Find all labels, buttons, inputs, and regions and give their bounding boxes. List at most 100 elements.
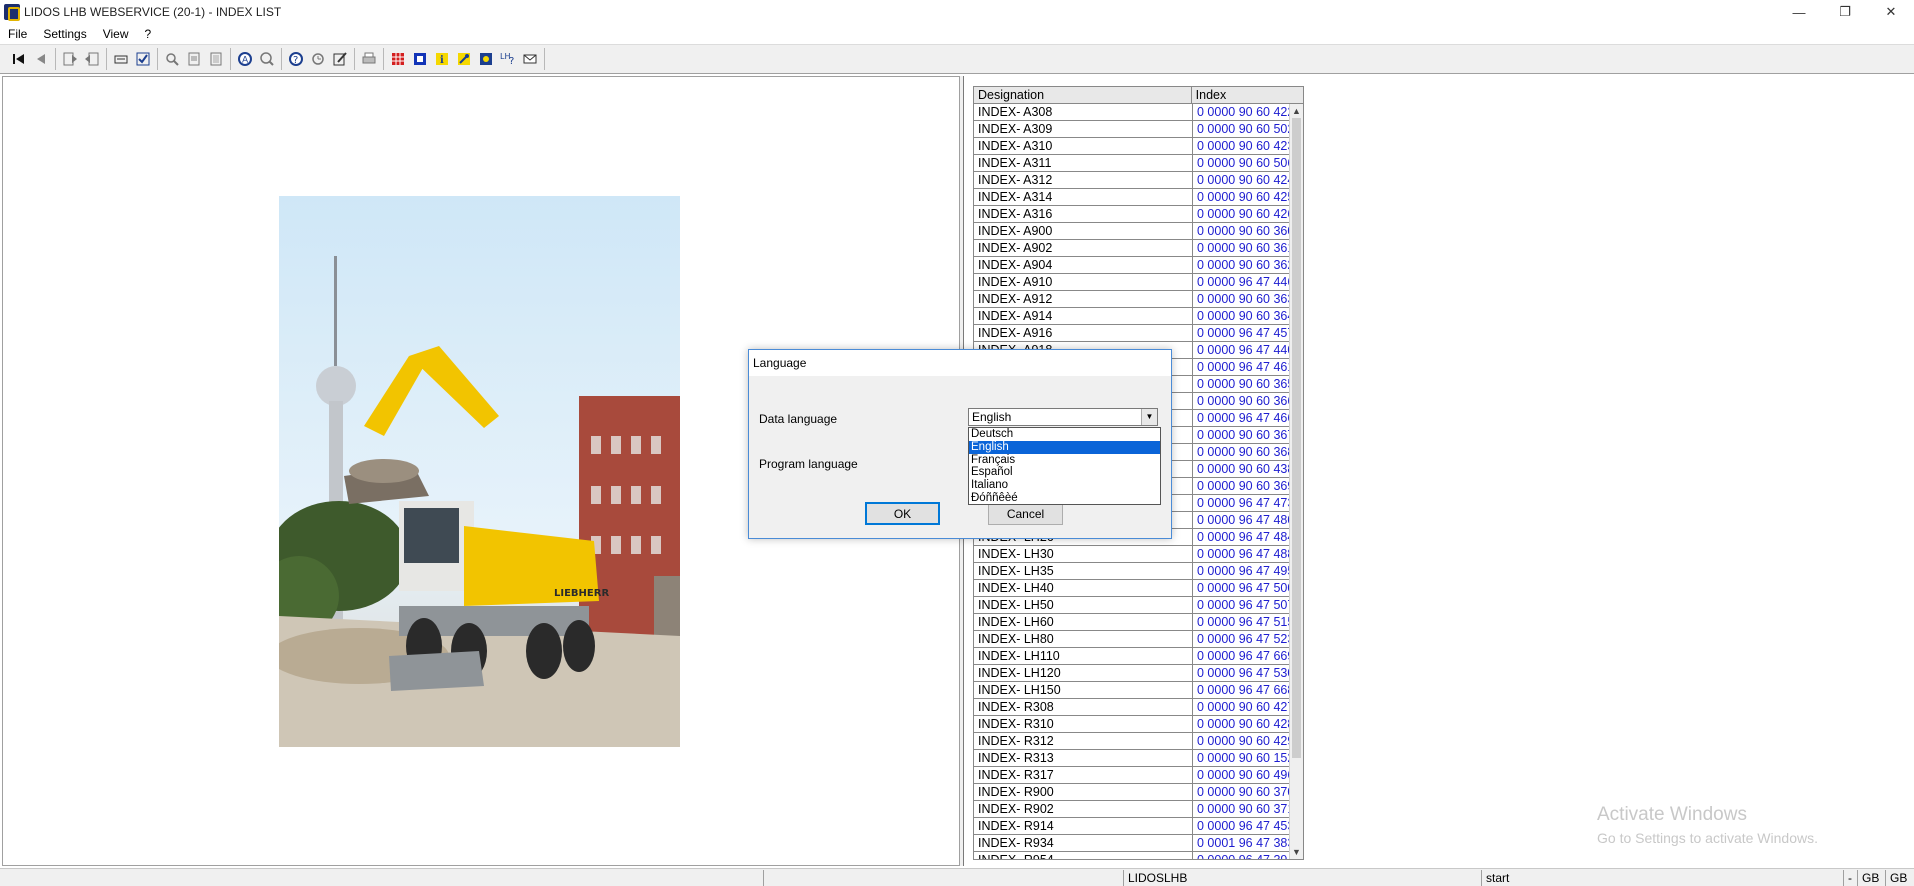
scroll-down-icon[interactable]: ▼ bbox=[1290, 845, 1303, 859]
table-row[interactable]: INDEX- A308 0 0000 90 60 422 bbox=[974, 104, 1303, 121]
index-link[interactable]: 0 0000 96 47 484 bbox=[1193, 529, 1303, 545]
table-row[interactable]: INDEX- A314 0 0000 90 60 425 bbox=[974, 189, 1303, 206]
data-language-select[interactable]: English ▼ bbox=[968, 408, 1158, 426]
table-row[interactable]: INDEX- A311 0 0000 90 60 506 bbox=[974, 155, 1303, 172]
index-link[interactable]: 0 0000 90 60 363 bbox=[1193, 291, 1303, 307]
designation-cell[interactable]: INDEX- LH50 bbox=[974, 597, 1193, 613]
index-link[interactable]: 0 0000 90 60 367 bbox=[1193, 427, 1303, 443]
designation-cell[interactable]: INDEX- A900 bbox=[974, 223, 1193, 239]
designation-cell[interactable]: INDEX- R914 bbox=[974, 818, 1193, 834]
option-russian[interactable]: Ðóññêèé bbox=[969, 492, 1160, 505]
select-icon[interactable] bbox=[409, 48, 431, 70]
index-link[interactable]: 0 0000 90 60 371 bbox=[1193, 801, 1303, 817]
index-link[interactable]: 0 0000 90 60 361 bbox=[1193, 240, 1303, 256]
table-row[interactable]: INDEX- A904 0 0000 90 60 362 bbox=[974, 257, 1303, 274]
option-italiano[interactable]: Italiano bbox=[969, 479, 1160, 492]
menu-settings[interactable]: Settings bbox=[35, 27, 94, 41]
index-link[interactable]: 0 0000 96 47 446 bbox=[1193, 274, 1303, 290]
designation-cell[interactable]: INDEX- A316 bbox=[974, 206, 1193, 222]
option-deutsch[interactable]: Deutsch bbox=[969, 428, 1160, 441]
designation-cell[interactable]: INDEX- R310 bbox=[974, 716, 1193, 732]
index-link[interactable]: 0 0000 90 60 152 bbox=[1193, 750, 1303, 766]
designation-cell[interactable]: INDEX- LH120 bbox=[974, 665, 1193, 681]
index-link[interactable]: 0 0000 90 60 427 bbox=[1193, 699, 1303, 715]
table-row[interactable]: INDEX- R900 0 0000 90 60 370 bbox=[974, 784, 1303, 801]
mail-icon[interactable] bbox=[519, 48, 541, 70]
table-row[interactable]: INDEX- A309 0 0000 90 60 502 bbox=[974, 121, 1303, 138]
table-row[interactable]: INDEX- R317 0 0000 90 60 496 bbox=[974, 767, 1303, 784]
print-setup-icon[interactable] bbox=[110, 48, 132, 70]
grid-icon[interactable] bbox=[387, 48, 409, 70]
table-row[interactable]: INDEX- A316 0 0000 90 60 426 bbox=[974, 206, 1303, 223]
index-link[interactable]: 0 0000 96 47 457 bbox=[1193, 325, 1303, 341]
index-link[interactable]: 0 0000 96 47 440 bbox=[1193, 342, 1303, 358]
designation-cell[interactable]: INDEX- A310 bbox=[974, 138, 1193, 154]
designation-cell[interactable]: INDEX- R900 bbox=[974, 784, 1193, 800]
table-row[interactable]: INDEX- LH40 0 0000 96 47 500 bbox=[974, 580, 1303, 597]
restore-button[interactable]: ❐ bbox=[1822, 0, 1868, 24]
index-link[interactable]: 0 0000 96 47 453 bbox=[1193, 818, 1303, 834]
index-link[interactable]: 0 0000 90 60 422 bbox=[1193, 104, 1303, 120]
index-link[interactable]: 0 0000 90 60 506 bbox=[1193, 155, 1303, 171]
menu-help[interactable]: ? bbox=[137, 27, 160, 41]
table-row[interactable]: INDEX- R902 0 0000 90 60 371 bbox=[974, 801, 1303, 818]
zoom-icon[interactable] bbox=[161, 48, 183, 70]
index-link[interactable]: 0 0000 96 47 507 bbox=[1193, 597, 1303, 613]
table-row[interactable]: INDEX- LH120 0 0000 96 47 530 bbox=[974, 665, 1303, 682]
designation-cell[interactable]: INDEX- LH150 bbox=[974, 682, 1193, 698]
index-link[interactable]: 0 0000 96 47 480 bbox=[1193, 512, 1303, 528]
back-icon[interactable] bbox=[59, 48, 81, 70]
index-link[interactable]: 0 0000 96 47 466 bbox=[1193, 410, 1303, 426]
designation-cell[interactable]: INDEX- LH60 bbox=[974, 614, 1193, 630]
designation-cell[interactable]: INDEX- A312 bbox=[974, 172, 1193, 188]
index-link[interactable]: 0 0000 90 60 362 bbox=[1193, 257, 1303, 273]
index-link[interactable]: 0 0000 96 47 488 bbox=[1193, 546, 1303, 562]
option-francais[interactable]: Français bbox=[969, 454, 1160, 467]
designation-cell[interactable]: INDEX- A311 bbox=[974, 155, 1193, 171]
table-row[interactable]: INDEX- LH110 0 0000 96 47 669 bbox=[974, 648, 1303, 665]
designation-cell[interactable]: INDEX- R313 bbox=[974, 750, 1193, 766]
index-link[interactable]: 0 0000 90 60 368 bbox=[1193, 444, 1303, 460]
column-header-index[interactable]: Index bbox=[1192, 87, 1303, 103]
option-espanol[interactable]: Español bbox=[969, 466, 1160, 479]
index-link[interactable]: 0 0000 96 47 669 bbox=[1193, 648, 1303, 664]
table-row[interactable]: INDEX- A910 0 0000 96 47 446 bbox=[974, 274, 1303, 291]
table-row[interactable]: INDEX- A900 0 0000 90 60 360 bbox=[974, 223, 1303, 240]
designation-cell[interactable]: INDEX- A912 bbox=[974, 291, 1193, 307]
designation-cell[interactable]: INDEX- A309 bbox=[974, 121, 1193, 137]
table-row[interactable]: INDEX- R313 0 0000 90 60 152 bbox=[974, 750, 1303, 767]
table-scrollbar[interactable]: ▲ ▼ bbox=[1289, 104, 1303, 859]
index-link[interactable]: 0 0000 90 60 438 bbox=[1193, 461, 1303, 477]
designation-cell[interactable]: INDEX- A910 bbox=[974, 274, 1193, 290]
scroll-thumb[interactable] bbox=[1292, 118, 1301, 758]
table-row[interactable]: INDEX- R934 0 0001 96 47 383 bbox=[974, 835, 1303, 852]
table-row[interactable]: INDEX- R914 0 0000 96 47 453 bbox=[974, 818, 1303, 835]
index-link[interactable]: 0 0000 90 60 426 bbox=[1193, 206, 1303, 222]
table-row[interactable]: INDEX- R308 0 0000 90 60 427 bbox=[974, 699, 1303, 716]
table-row[interactable]: INDEX- A916 0 0000 96 47 457 bbox=[974, 325, 1303, 342]
index-link[interactable]: 0 0000 90 60 366 bbox=[1193, 393, 1303, 409]
designation-cell[interactable]: INDEX- R312 bbox=[974, 733, 1193, 749]
info-icon[interactable]: i bbox=[431, 48, 453, 70]
checklist-icon[interactable] bbox=[132, 48, 154, 70]
index-link[interactable]: 0 0000 90 60 364 bbox=[1193, 308, 1303, 324]
designation-cell[interactable]: INDEX- LH40 bbox=[974, 580, 1193, 596]
designation-cell[interactable]: INDEX- R308 bbox=[974, 699, 1193, 715]
cancel-button[interactable]: Cancel bbox=[988, 502, 1063, 525]
index-link[interactable]: 0 0000 96 47 461 bbox=[1193, 359, 1303, 375]
index-link[interactable]: 0 0000 96 47 500 bbox=[1193, 580, 1303, 596]
edit-icon[interactable] bbox=[329, 48, 351, 70]
index-link[interactable]: 0 0000 96 47 394 bbox=[1193, 852, 1303, 859]
search-b-icon[interactable] bbox=[256, 48, 278, 70]
designation-cell[interactable]: INDEX- A904 bbox=[974, 257, 1193, 273]
index-link[interactable]: 0 0000 90 60 429 bbox=[1193, 733, 1303, 749]
menu-file[interactable]: File bbox=[0, 27, 35, 41]
history-icon[interactable] bbox=[307, 48, 329, 70]
designation-cell[interactable]: INDEX- R954 bbox=[974, 852, 1193, 859]
designation-cell[interactable]: INDEX- R317 bbox=[974, 767, 1193, 783]
search-a-icon[interactable]: A bbox=[234, 48, 256, 70]
chevron-down-icon[interactable]: ▼ bbox=[1141, 409, 1157, 425]
table-row[interactable]: INDEX- A914 0 0000 90 60 364 bbox=[974, 308, 1303, 325]
designation-cell[interactable]: INDEX- A314 bbox=[974, 189, 1193, 205]
pages-icon[interactable] bbox=[205, 48, 227, 70]
